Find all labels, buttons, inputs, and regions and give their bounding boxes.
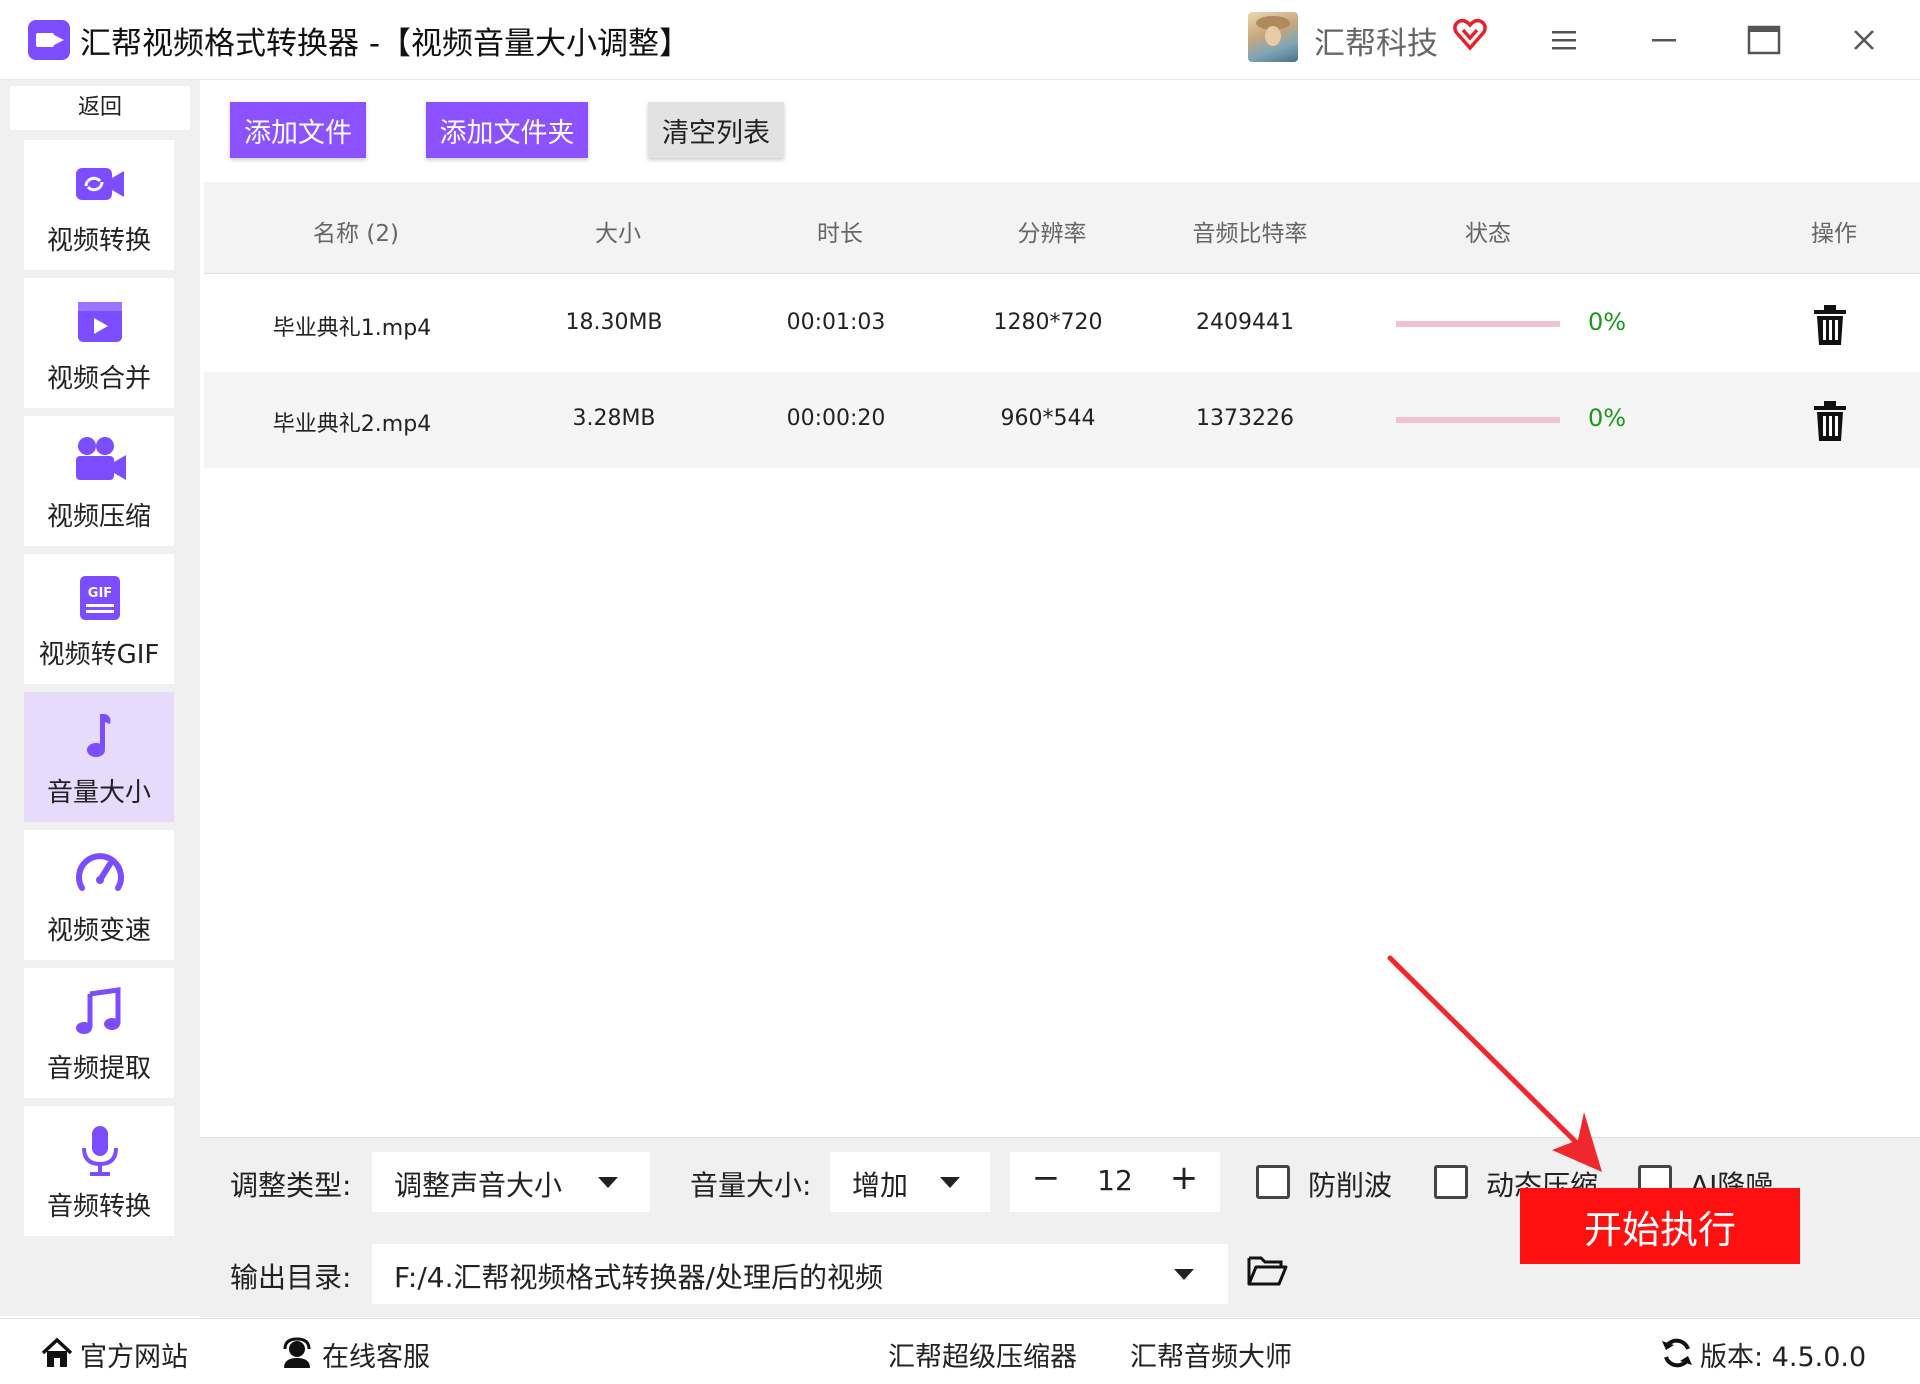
column-header-name[interactable]: 名称 (2) [313,214,399,248]
progress-percent: 0% [1588,404,1627,432]
sidebar-item-video-compress[interactable]: 视频压缩 [24,416,174,546]
column-header-action: 操作 [1811,221,1857,247]
user-avatar[interactable] [1248,12,1298,62]
file-size: 18.30MB [565,310,663,335]
sidebar-item-label: 视频转GIF [38,640,160,670]
video-convert-icon [76,168,124,200]
annotation-arrow [1387,955,1602,1172]
file-table-header: 名称 (2) 大小 时长 分辨率 音频比特率 状态 操作 [204,182,1920,274]
maximize-icon[interactable] [1742,18,1786,62]
output-dir-label: 输出目录: [230,1261,352,1294]
home-icon [41,1337,73,1367]
adjust-type-select[interactable]: 调整声音大小 [372,1152,650,1212]
speedometer-icon [76,853,124,891]
volume-label: 音量大小: [690,1169,812,1202]
file-duration: 00:01:03 [786,310,886,335]
volume-mode-select[interactable]: 增加 [830,1152,990,1212]
column-header-size[interactable]: 大小 [595,214,641,248]
window-title: 汇帮视频格式转换器 -【视频音量大小调整】 [80,26,691,62]
folder-open-icon[interactable] [1246,1252,1288,1288]
audio-extract-icon [76,987,121,1034]
sidebar-item-volume[interactable]: 音量大小 [24,692,174,822]
file-resolution: 960*544 [1000,406,1096,431]
sidebar-item-label: 音频提取 [46,1054,151,1084]
progress-bar [1396,417,1560,423]
add-folder-button[interactable]: 添加文件夹 [426,102,588,158]
gif-icon: GIF [80,576,120,620]
volume-increase-button[interactable]: + [1164,1158,1204,1198]
trash-icon[interactable] [1810,400,1850,442]
compressor-app-link[interactable]: 汇帮超级压缩器 [888,1335,1077,1374]
minimize-icon[interactable] [1642,18,1686,62]
status-bar: 官方网站 在线客服 汇帮超级压缩器 汇帮音频大师 版本: 4.5.0.0 [0,1318,1920,1384]
adjust-type-value: 调整声音大小 [394,1169,563,1202]
user-name[interactable]: 汇帮科技 [1314,18,1438,63]
chevron-down-icon [598,1177,618,1188]
file-name: 毕业典礼2.mp4 [272,412,432,437]
volume-stepper: − 12 + [1010,1152,1220,1212]
sidebar-item-audio-extract[interactable]: 音频提取 [24,968,174,1098]
volume-value[interactable]: 12 [1080,1164,1150,1197]
microphone-icon [82,1126,118,1176]
column-header-status[interactable]: 状态 [1465,214,1511,248]
file-size: 3.28MB [572,406,656,431]
output-dir-path: F:/4.汇帮视频格式转换器/处理后的视频 [394,1261,883,1294]
start-button[interactable]: 开始执行 [1520,1188,1800,1264]
trash-icon[interactable] [1810,304,1850,346]
customer-service-icon [283,1337,311,1368]
sidebar-item-video-convert[interactable]: 视频转换 [24,140,174,270]
refresh-icon[interactable] [1660,1337,1694,1369]
adjust-type-label: 调整类型: [230,1169,352,1202]
sidebar-item-audio-convert[interactable]: 音频转换 [24,1106,174,1236]
table-row[interactable]: 毕业典礼1.mp4 18.30MB 00:01:03 1280*720 2409… [204,276,1920,372]
clear-list-button[interactable]: 清空列表 [648,102,784,158]
sidebar-item-label: 视频压缩 [46,502,151,532]
svg-text:GIF: GIF [88,586,112,601]
file-resolution: 1280*720 [993,310,1103,335]
file-bitrate: 2409441 [1196,310,1294,335]
file-name: 毕业典礼1.mp4 [272,316,432,341]
sidebar: 返回 视频转换 视频合并 视频压缩 GIF 视频转GIF 音量大小 视频变速 音… [0,80,200,1316]
anti-clip-checkbox[interactable] [1256,1165,1290,1199]
close-icon[interactable] [1842,18,1886,62]
output-dir-select[interactable]: F:/4.汇帮视频格式转换器/处理后的视频 [372,1244,1228,1304]
add-file-button[interactable]: 添加文件 [230,102,366,158]
file-duration: 00:00:20 [786,406,886,431]
file-bitrate: 1373226 [1196,406,1294,431]
version-label: 版本: 4.5.0.0 [1700,1342,1867,1373]
progress-percent: 0% [1588,308,1627,336]
title-bar: 汇帮视频格式转换器 -【视频音量大小调整】 汇帮科技 [0,0,1920,80]
sidebar-item-label: 视频合并 [46,364,151,394]
sidebar-item-video-merge[interactable]: 视频合并 [24,278,174,408]
sidebar-item-label: 音频转换 [46,1192,151,1222]
table-row[interactable]: 毕业典礼2.mp4 3.28MB 00:00:20 960*544 137322… [204,372,1920,468]
app-logo-icon [28,20,70,60]
column-header-duration[interactable]: 时长 [817,214,863,248]
sidebar-item-label: 视频变速 [46,916,151,946]
progress-bar [1396,321,1560,327]
menu-icon[interactable] [1542,18,1586,62]
online-support-link[interactable]: 在线客服 [322,1335,430,1374]
audio-master-app-link[interactable]: 汇帮音频大师 [1130,1335,1292,1374]
vip-heart-icon[interactable] [1452,16,1488,52]
column-header-resolution[interactable]: 分辨率 [1018,214,1087,248]
sidebar-item-video-gif[interactable]: GIF 视频转GIF [24,554,174,684]
column-header-bitrate[interactable]: 音频比特率 [1193,214,1308,248]
official-website-link[interactable]: 官方网站 [80,1335,188,1374]
volume-decrease-button[interactable]: − [1026,1158,1066,1198]
video-compress-icon [76,437,126,480]
video-merge-icon [78,302,122,342]
sidebar-item-video-speed[interactable]: 视频变速 [24,830,174,960]
back-button[interactable]: 返回 [10,86,190,130]
sidebar-item-label: 视频转换 [46,226,151,256]
chevron-down-icon [940,1177,960,1188]
chevron-down-icon [1174,1269,1194,1280]
sidebar-item-label: 音量大小 [46,778,151,808]
volume-mode-value: 增加 [852,1169,909,1202]
music-note-icon [87,714,111,757]
